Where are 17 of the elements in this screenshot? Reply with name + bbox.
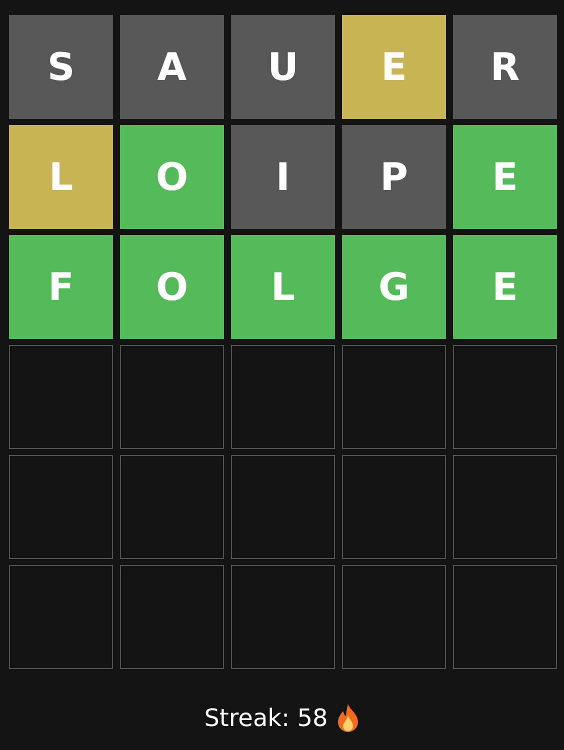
letter-tile: O bbox=[120, 235, 224, 339]
letter-tile: E bbox=[453, 235, 557, 339]
letter-tile: E bbox=[342, 15, 446, 119]
letter-tile: S bbox=[9, 15, 113, 119]
letter-tile: L bbox=[9, 125, 113, 229]
letter-tile: F bbox=[9, 235, 113, 339]
letter-tile: R bbox=[453, 15, 557, 119]
letter-tile: U bbox=[231, 15, 335, 119]
letter-tile: A bbox=[120, 15, 224, 119]
letter-tile: L bbox=[231, 235, 335, 339]
letter-tile: I bbox=[231, 125, 335, 229]
letter-tile: P bbox=[342, 125, 446, 229]
letter-tile: E bbox=[453, 125, 557, 229]
streak-label: Streak: 58 bbox=[204, 704, 328, 732]
letter-tile: O bbox=[120, 125, 224, 229]
flame-icon bbox=[336, 703, 360, 733]
letter-tile: G bbox=[342, 235, 446, 339]
